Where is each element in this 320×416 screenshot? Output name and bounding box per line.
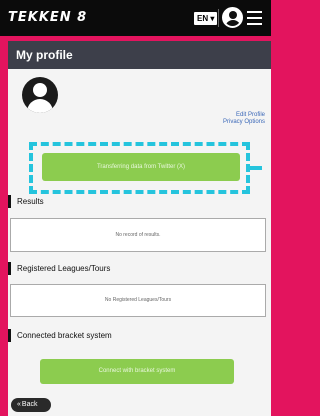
bracket-heading: Connected bracket system — [8, 329, 271, 342]
hamburger-menu-icon[interactable] — [247, 11, 262, 25]
transfer-twitter-button[interactable]: Transferring data from Twitter (X) — [42, 153, 240, 181]
highlight-connector — [250, 166, 262, 170]
edit-profile-link[interactable]: Edit Profile — [236, 112, 265, 118]
user-avatar-icon[interactable] — [222, 7, 243, 28]
profile-avatar-icon — [22, 77, 58, 113]
results-box: No record of results. — [10, 218, 266, 252]
back-label: Back — [21, 401, 38, 408]
connect-bracket-button[interactable]: Connect with bracket system — [40, 359, 234, 384]
results-heading: Results — [8, 195, 271, 208]
leagues-box: No Registered Leagues/Tours — [10, 284, 266, 317]
avatar-body-shape — [225, 20, 241, 26]
privacy-options-link[interactable]: Privacy Options — [223, 119, 265, 125]
profile-panel: My profile Edit Profile Privacy Options … — [8, 41, 271, 416]
chevron-left-icon: « — [17, 401, 21, 408]
avatar-head-shape — [229, 11, 237, 19]
back-button[interactable]: «Back — [11, 398, 51, 412]
title-bar: My profile — [8, 41, 271, 69]
page-title: My profile — [16, 48, 73, 62]
top-header: TEKKEN 8 EN ▾ — [0, 0, 271, 36]
tekken-logo[interactable]: TEKKEN 8 — [8, 10, 87, 25]
language-selector[interactable]: EN ▾ — [194, 12, 218, 25]
leagues-heading: Registered Leagues/Tours — [8, 262, 271, 275]
header-divider — [218, 9, 219, 27]
